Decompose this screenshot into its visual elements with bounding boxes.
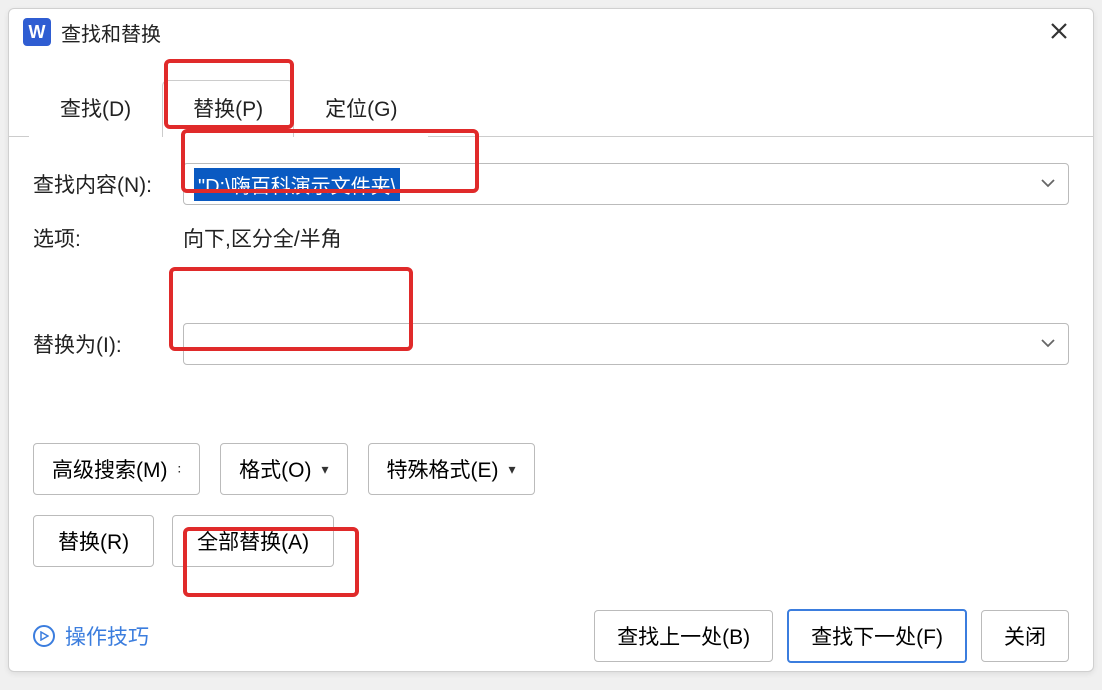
footer: 操作技巧 查找上一处(B) 查找下一处(F) 关闭 [9, 593, 1093, 683]
tab-bar: 查找(D) 替换(P) 定位(G) [9, 69, 1093, 137]
find-row: 查找内容(N): "D:\嗨百科演示文件夹\ [33, 163, 1069, 205]
find-next-button[interactable]: 查找下一处(F) [787, 609, 967, 663]
advanced-label: 高级搜索(M) [52, 454, 167, 484]
tab-find[interactable]: 查找(D) [29, 80, 162, 137]
find-replace-dialog: W 查找和替换 查找(D) 替换(P) 定位(G) 查找内容(N): "D:\嗨… [8, 8, 1094, 672]
replace-label: 替换为(I): [33, 329, 183, 359]
tips-label: 操作技巧 [65, 621, 149, 651]
options-row: 选项: 向下,区分全/半角 [33, 223, 1069, 253]
action-row: 替换(R) 全部替换(A) [33, 515, 1069, 567]
replace-input[interactable] [183, 323, 1069, 365]
advanced-search-button[interactable]: 高级搜索(M) ∶ [33, 443, 200, 495]
special-label: 特殊格式(E) [387, 454, 499, 484]
caret-down-icon: ▾ [321, 461, 328, 478]
app-icon: W [23, 18, 51, 46]
toolbar-row: 高级搜索(M) ∶ 格式(O) ▾ 特殊格式(E) ▾ [33, 383, 1069, 495]
dialog-body: 查找内容(N): "D:\嗨百科演示文件夹\ 选项: 向下,区分全/半角 替换为… [9, 137, 1093, 593]
format-label: 格式(O) [239, 454, 311, 484]
chevron-down-icon[interactable] [1040, 335, 1056, 353]
replace-all-button[interactable]: 全部替换(A) [172, 515, 334, 567]
find-prev-button[interactable]: 查找上一处(B) [594, 610, 773, 662]
chevron-down-icon[interactable] [1040, 175, 1056, 193]
close-button[interactable]: 关闭 [981, 610, 1069, 662]
titlebar: W 查找和替换 [9, 9, 1093, 55]
replace-button[interactable]: 替换(R) [33, 515, 154, 567]
close-icon[interactable] [1039, 15, 1079, 49]
play-icon [33, 625, 55, 647]
tab-goto[interactable]: 定位(G) [294, 80, 428, 137]
tab-replace[interactable]: 替换(P) [162, 80, 294, 137]
caret-down-icon: ∶ [177, 461, 181, 478]
options-label: 选项: [33, 223, 183, 253]
special-format-button[interactable]: 特殊格式(E) ▾ [368, 443, 535, 495]
replace-row: 替换为(I): [33, 323, 1069, 365]
tips-link[interactable]: 操作技巧 [33, 621, 149, 651]
options-value: 向下,区分全/半角 [183, 223, 342, 253]
format-button[interactable]: 格式(O) ▾ [220, 443, 347, 495]
find-label: 查找内容(N): [33, 169, 183, 199]
caret-down-icon: ▾ [509, 461, 516, 478]
find-input[interactable]: "D:\嗨百科演示文件夹\ [183, 163, 1069, 205]
find-value: "D:\嗨百科演示文件夹\ [194, 168, 400, 201]
dialog-title: 查找和替换 [61, 18, 1039, 47]
